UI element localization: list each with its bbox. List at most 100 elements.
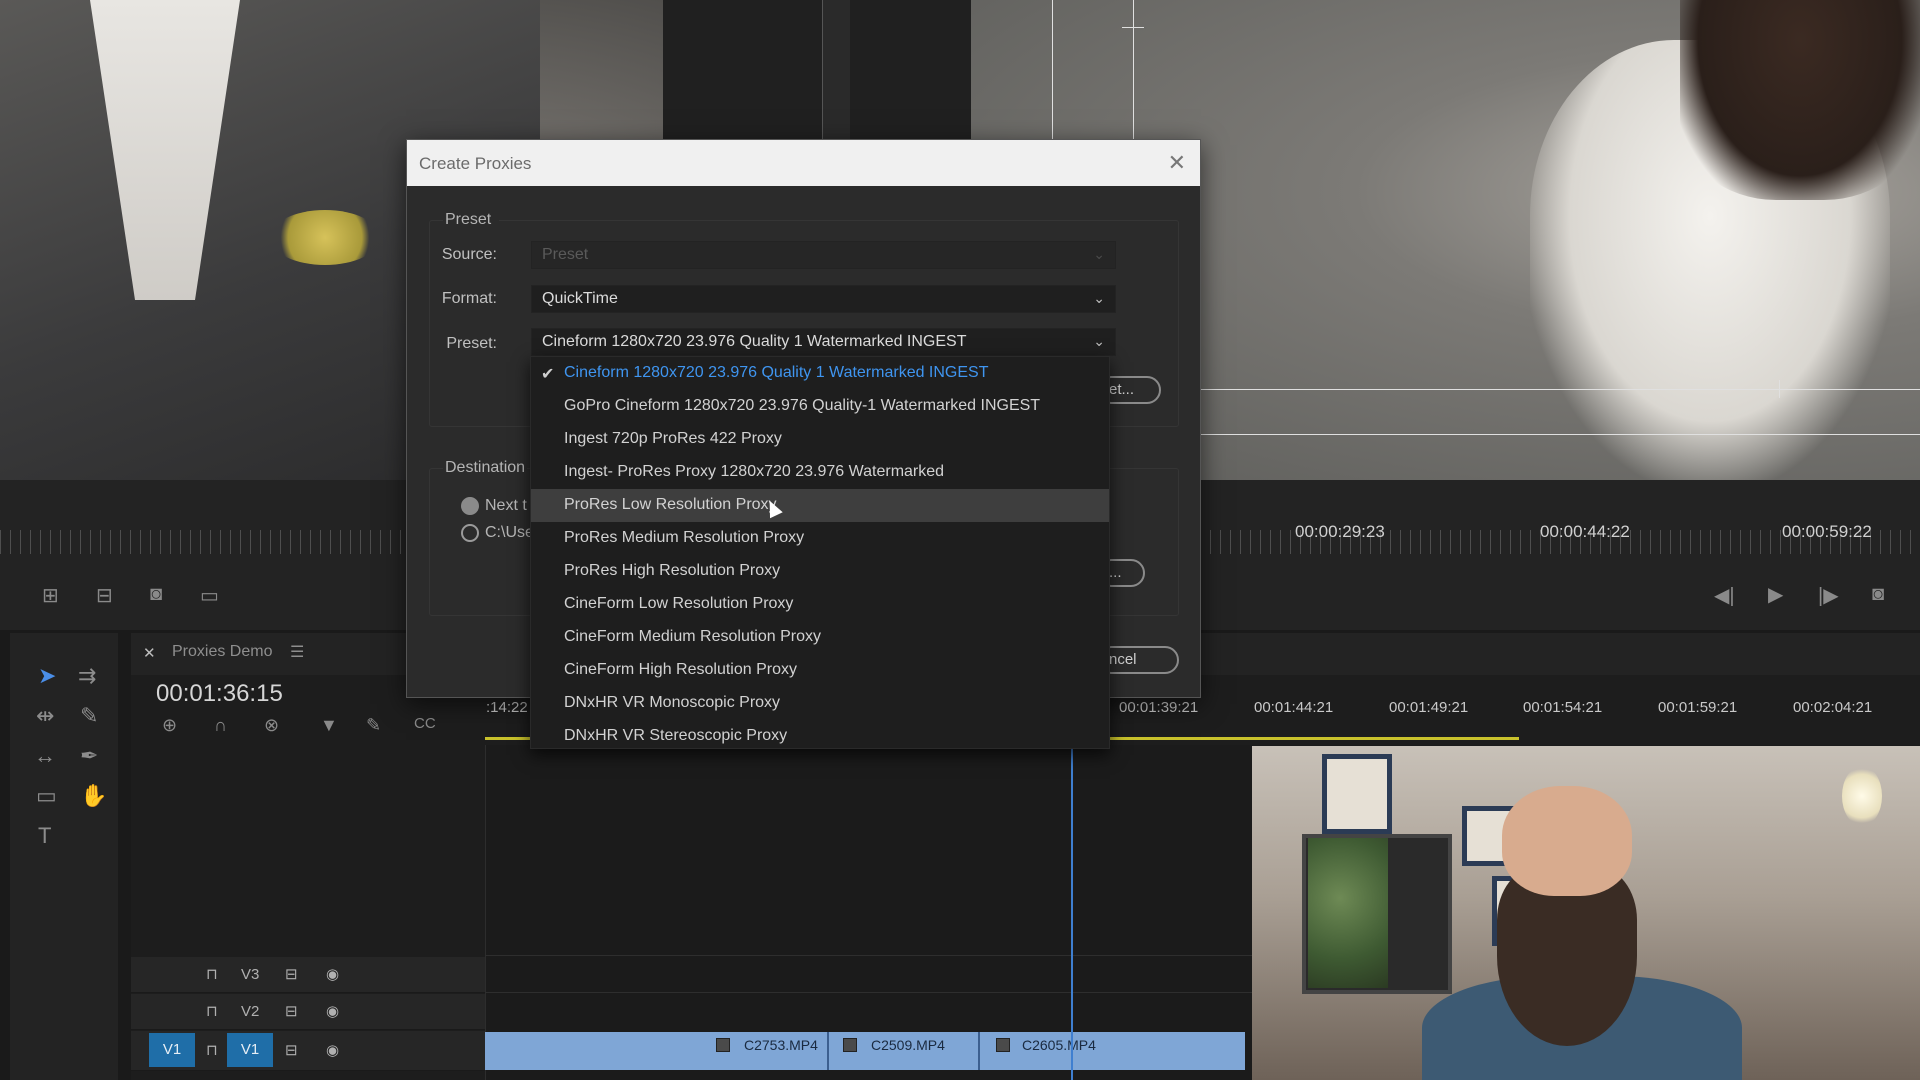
overwrite-icon[interactable]: ⊟ (96, 583, 113, 608)
preset-option[interactable]: ProRes Low Resolution Proxy (531, 489, 1109, 522)
play-icon[interactable]: ▶ (1768, 582, 1783, 607)
step-back-icon[interactable]: ◀| (1714, 583, 1735, 608)
preset-option[interactable]: ProRes Medium Resolution Proxy (531, 522, 1109, 555)
step-forward-icon[interactable]: |▶ (1818, 583, 1839, 608)
add-marker-icon[interactable]: ▼ (320, 715, 338, 736)
radio-next-to-original[interactable] (461, 497, 479, 515)
track-divider (485, 955, 1285, 956)
sync-lock-icon[interactable]: ⊟ (285, 1002, 298, 1020)
camera-icon[interactable]: ◙ (1872, 583, 1884, 606)
fx-badge-icon (996, 1038, 1010, 1052)
monitor-timecode: 00:00:44:22 (1540, 522, 1630, 541)
guide-line (1052, 0, 1053, 140)
preset-option[interactable]: CineForm High Resolution Proxy (531, 654, 1109, 687)
lock-icon[interactable]: ⊓ (206, 1041, 218, 1059)
sync-lock-icon[interactable]: ⊟ (285, 1041, 298, 1059)
lock-icon[interactable]: ⊓ (206, 965, 218, 983)
track-header-v3[interactable]: ⊓ V3 ⊟ ◉ (131, 957, 485, 993)
guide-line (1133, 0, 1134, 140)
comparison-view-icon[interactable]: ▭ (200, 583, 219, 608)
browse-button-label: ... (1109, 564, 1122, 581)
v1-clip-strip[interactable] (485, 1032, 1245, 1070)
eye-icon[interactable]: ◉ (326, 965, 339, 983)
track-header-v2[interactable]: ⊓ V2 ⊟ ◉ (131, 994, 485, 1030)
preset-value: Cineform 1280x720 23.976 Quality 1 Water… (542, 333, 967, 350)
timeline-ruler-timecode: 00:02:04:21 (1793, 699, 1873, 716)
preset-option-label: CineForm Medium Resolution Proxy (564, 628, 821, 645)
timeline-ruler-timecode: :14:22 (486, 699, 528, 716)
snap-icon[interactable]: ∩ (214, 715, 227, 736)
preset-option[interactable]: CineForm Medium Resolution Proxy (531, 621, 1109, 654)
monitor-timecode: 00:00:29:23 (1295, 522, 1385, 541)
wrench-icon[interactable]: ✎ (366, 715, 381, 736)
insert-icon[interactable]: ⊞ (42, 583, 59, 608)
preset-option[interactable]: GoPro Cineform 1280x720 23.976 Quality-1… (531, 390, 1109, 423)
eye-icon[interactable]: ◉ (326, 1041, 339, 1059)
preset-option[interactable]: DNxHR VR Monoscopic Proxy (531, 687, 1109, 720)
preset-option-label: CineForm High Resolution Proxy (564, 661, 797, 678)
slip-tool-icon[interactable]: ↔ (34, 743, 56, 769)
guide-line (1201, 389, 1920, 390)
chevron-up-icon: ⌄ (1093, 333, 1105, 349)
track-header-v1[interactable]: V1 ⊓ V1 ⊟ ◉ (131, 1031, 485, 1071)
track-target-v1[interactable]: V1 (227, 1033, 273, 1067)
track-select-tool-icon[interactable]: ⇉ (78, 663, 96, 689)
preset-option[interactable]: Ingest 720p ProRes 422 Proxy (531, 423, 1109, 456)
format-select[interactable]: QuickTime ⌄ (531, 285, 1116, 313)
preset-dropdown-list: ✔ Cineform 1280x720 23.976 Quality 1 Wate… (530, 356, 1110, 749)
monitor-screen-image (1308, 838, 1388, 988)
preset-option-label: DNxHR VR Stereoscopic Proxy (564, 727, 788, 744)
razor-tool-icon[interactable]: ✎ (80, 703, 98, 729)
clip-name[interactable]: C2753.MP4 (744, 1037, 818, 1053)
preset-select[interactable]: Cineform 1280x720 23.976 Quality 1 Water… (531, 328, 1116, 356)
clip-divider (827, 1032, 829, 1070)
selection-tool-icon[interactable]: ➤ (38, 663, 56, 689)
type-tool-icon[interactable]: T (38, 823, 51, 849)
radio-next-label: Next t (485, 497, 527, 514)
presenter-image (1422, 766, 1742, 1080)
lock-icon[interactable]: ⊓ (206, 1002, 218, 1020)
preset-option-label: GoPro Cineform 1280x720 23.976 Quality-1… (564, 397, 1041, 414)
preset-option-label: CineForm Low Resolution Proxy (564, 595, 794, 612)
preset-option[interactable]: Ingest- ProRes Proxy 1280x720 23.976 Wat… (531, 456, 1109, 489)
webcam-overlay (1252, 746, 1920, 1080)
dialog-titlebar[interactable]: Create Proxies ✕ (407, 140, 1200, 186)
clip-divider (978, 1032, 980, 1070)
preset-option[interactable]: CineForm Low Resolution Proxy (531, 588, 1109, 621)
clip-name[interactable]: C2605.MP4 (1022, 1037, 1096, 1053)
playhead-line[interactable] (1071, 740, 1073, 1080)
ingest-button-label: et... (1109, 381, 1135, 398)
preset-option[interactable]: DNxHR VR Stereoscopic Proxy (531, 720, 1109, 753)
radio-custom-path[interactable] (461, 524, 479, 542)
rectangle-tool-icon[interactable]: ▭ (36, 783, 57, 809)
format-label: Format: (441, 290, 497, 307)
clip-name[interactable]: C2509.MP4 (871, 1037, 945, 1053)
nest-icon[interactable]: ⊕ (162, 715, 177, 736)
presenter-face (1502, 786, 1632, 896)
chevron-down-icon: ⌄ (1093, 246, 1105, 262)
pen-tool-icon[interactable]: ✒ (80, 743, 98, 769)
preset-option-label: Ingest- ProRes Proxy 1280x720 23.976 Wat… (564, 463, 945, 480)
panel-menu-icon[interactable]: ☰ (290, 642, 304, 662)
captions-icon[interactable]: CC (414, 715, 436, 732)
preset-section-label: Preset (443, 211, 500, 229)
source-select: Preset ⌄ (531, 241, 1116, 269)
preset-option[interactable]: ✔ Cineform 1280x720 23.976 Quality 1 Wate… (531, 357, 1109, 390)
hand-tool-icon[interactable]: ✋ (80, 783, 107, 809)
guide-line (1122, 27, 1144, 28)
lamp-image (1842, 766, 1882, 826)
source-patch-v1[interactable]: V1 (149, 1033, 195, 1067)
sequence-tab[interactable]: Proxies Demo (172, 643, 272, 661)
ripple-edit-tool-icon[interactable]: ⇹ (36, 703, 54, 729)
eye-icon[interactable]: ◉ (326, 1002, 339, 1020)
destination-section-label: Destination (443, 459, 528, 477)
preset-option[interactable]: ProRes High Resolution Proxy (531, 555, 1109, 588)
sync-lock-icon[interactable]: ⊟ (285, 965, 298, 983)
linked-selection-icon[interactable]: ⊗ (264, 715, 279, 736)
close-sequence-icon[interactable]: ✕ (143, 644, 156, 662)
close-icon[interactable]: ✕ (1168, 150, 1186, 176)
playhead-timecode[interactable]: 00:01:36:15 (156, 680, 283, 708)
export-frame-icon[interactable]: ◙ (150, 583, 162, 606)
track-divider (485, 992, 1285, 993)
guide-line (1779, 380, 1780, 398)
